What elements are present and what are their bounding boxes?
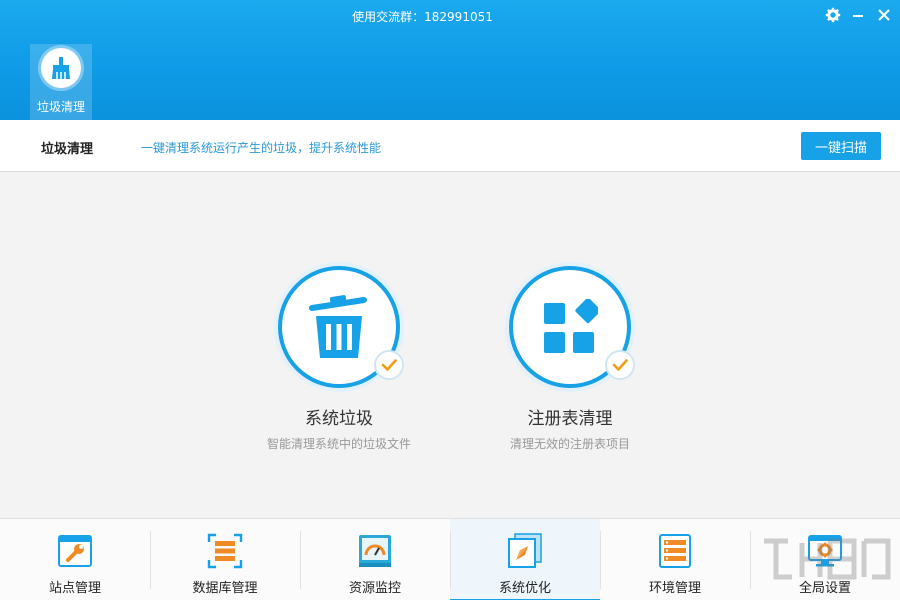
gear-icon[interactable] [822,4,844,26]
nav-resource-monitor[interactable]: 资源监控 [300,519,450,600]
feature-system-garbage[interactable]: 系统垃圾 智能清理系统中的垃圾文件 [219,262,459,452]
section-title: 垃圾清理 [41,142,94,157]
nav-label: 系统优化 [498,581,551,596]
nav-label: 数据库管理 [192,581,258,596]
feature-name: 注册表清理 [527,409,613,429]
feature-name: 系统垃圾 [305,409,373,429]
server-icon [657,533,693,569]
header-tab-garbage-clean[interactable]: 垃圾清理 [30,44,92,120]
nav-database-management[interactable]: 数据库管理 [150,519,300,600]
checkmark-icon [374,350,404,380]
nav-label: 站点管理 [48,581,101,596]
nav-label: 环境管理 [648,581,701,596]
nav-system-optimize[interactable]: 系统优化 [450,519,600,600]
feature-description: 清理无效的注册表项目 [509,437,630,451]
database-icon [207,533,243,569]
title-bar: 使用交流群：182991051 垃圾清理 [0,0,900,120]
feature-description: 智能清理系统中的垃圾文件 [266,437,411,451]
broom-icon [41,48,81,88]
section-description: 一键清理系统运行产生的垃圾，提升系统性能 [141,141,382,155]
checkmark-icon [605,350,635,380]
one-click-scan-button[interactable]: 一键扫描 [801,132,881,160]
nav-environment-management[interactable]: 环境管理 [600,519,750,600]
feature-registry-clean[interactable]: 注册表清理 清理无效的注册表项目 [450,262,690,452]
optimize-icon [507,533,543,569]
header-tab-label: 垃圾清理 [36,100,85,114]
nav-site-management[interactable]: 站点管理 [0,519,150,600]
site-wrench-icon [57,533,93,569]
watermark-logo [758,533,896,583]
nav-label: 资源监控 [348,581,401,596]
window-title: 使用交流群：182991051 [352,10,493,24]
minimize-icon[interactable] [847,4,869,26]
gauge-icon [357,533,393,569]
sub-toolbar: 垃圾清理 一键清理系统运行产生的垃圾，提升系统性能 [0,120,900,172]
close-icon[interactable] [873,4,895,26]
